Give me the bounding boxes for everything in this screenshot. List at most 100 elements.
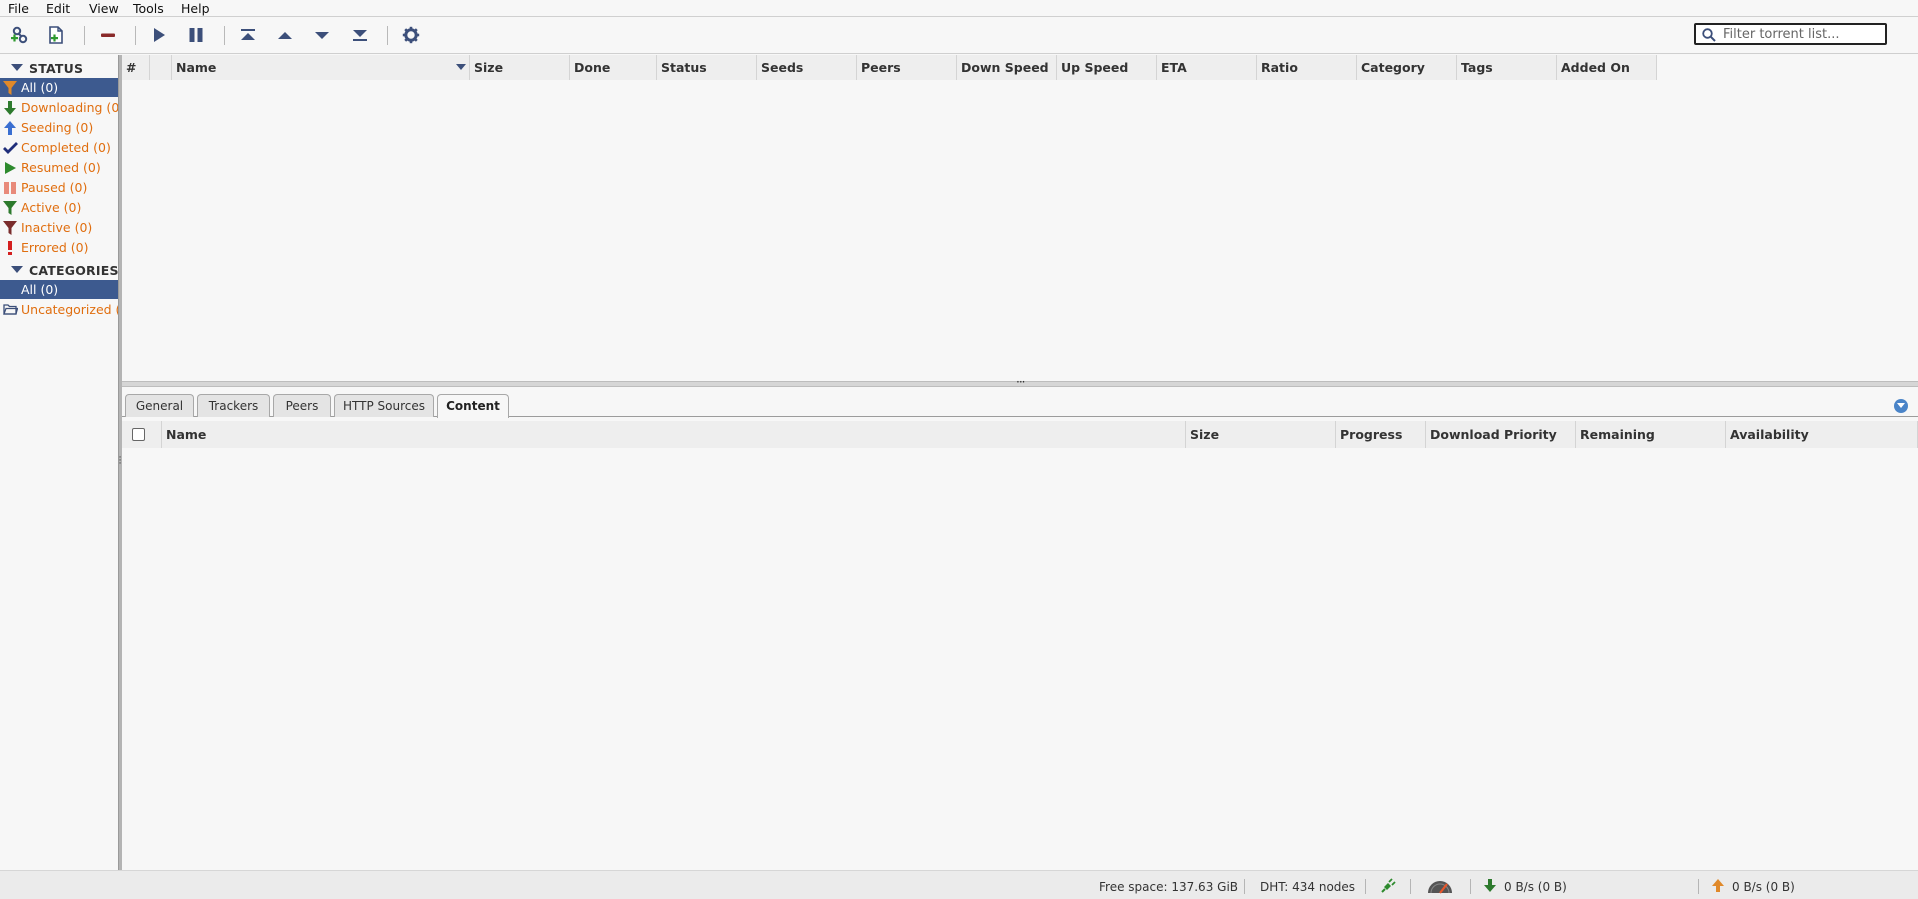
statusbar-separator (1244, 879, 1245, 894)
sidebar: STATUS All (0) Downloading (0) Seeding (… (0, 55, 119, 870)
category-filter-label: All (0) (21, 282, 59, 297)
upload-speed-icon (1712, 879, 1724, 896)
status-header-label: STATUS (29, 61, 84, 76)
column-header-progress[interactable]: Progress (1336, 421, 1426, 448)
column-header-eta[interactable]: ETA (1157, 55, 1257, 80)
column-header-seeds[interactable]: Seeds (757, 55, 857, 80)
column-header-category[interactable]: Category (1357, 55, 1457, 80)
column-header-priority[interactable] (150, 55, 172, 80)
column-header-status[interactable]: Status (657, 55, 757, 80)
options-button[interactable] (399, 24, 423, 46)
status-filter-all[interactable]: All (0) (0, 78, 118, 97)
menubar: File Edit View Tools Help (0, 0, 1918, 17)
move-down-button[interactable] (310, 24, 334, 46)
arrow-up-icon (2, 120, 18, 135)
menu-edit[interactable]: Edit (46, 1, 70, 16)
search-icon (1702, 28, 1716, 42)
tab-http-sources[interactable]: HTTP Sources (334, 394, 434, 417)
categories-filter-header[interactable]: CATEGORIES (0, 261, 119, 279)
play-icon (2, 160, 18, 175)
resume-button[interactable] (147, 24, 171, 46)
menu-help[interactable]: Help (181, 1, 210, 16)
move-bottom-button[interactable] (348, 24, 372, 46)
toolbar-separator (84, 26, 85, 45)
add-torrent-link-button[interactable] (8, 24, 32, 46)
connection-status-icon[interactable] (1380, 878, 1396, 898)
arrow-up-icon (1712, 879, 1724, 892)
upload-speed-label: 0 B/s (0 B) (1732, 880, 1795, 894)
sort-descending-icon (456, 64, 466, 70)
folder-icon (2, 302, 18, 317)
add-torrent-file-button[interactable] (44, 24, 68, 46)
status-filter-paused[interactable]: Paused (0) (0, 178, 118, 197)
tab-content[interactable]: Content (437, 394, 509, 418)
column-header-tags[interactable]: Tags (1457, 55, 1557, 80)
status-filter-resumed[interactable]: Resumed (0) (0, 158, 118, 177)
column-header-index[interactable]: # (122, 55, 150, 80)
status-filter-label: Paused (0) (21, 180, 88, 195)
status-filter-downloading[interactable]: Downloading (0) (0, 98, 119, 117)
add-link-icon (11, 26, 28, 44)
funnel-icon (2, 220, 18, 235)
column-header-availability[interactable]: Availability (1726, 421, 1918, 448)
chevron-down-icon (11, 266, 23, 273)
status-filter-inactive[interactable]: Inactive (0) (0, 218, 118, 237)
tab-trackers[interactable]: Trackers (197, 394, 270, 417)
status-filter-errored[interactable]: Errored (0) (0, 238, 118, 257)
column-header-name[interactable]: Name (172, 55, 470, 80)
category-filter-uncategorized[interactable]: Uncategorized (0) (0, 300, 119, 319)
funnel-icon (2, 80, 18, 95)
plug-icon (1381, 878, 1396, 893)
column-header-up-speed[interactable]: Up Speed (1057, 55, 1157, 80)
move-top-button[interactable] (236, 24, 260, 46)
move-down-icon (315, 32, 329, 39)
menu-view[interactable]: View (89, 1, 119, 16)
column-header-remaining[interactable]: Remaining (1576, 421, 1726, 448)
column-header-file-name[interactable]: Name (162, 421, 1186, 448)
status-filter-label: Downloading (0) (21, 100, 119, 115)
collapse-panel-button[interactable] (1894, 399, 1908, 413)
status-filter-seeding[interactable]: Seeding (0) (0, 118, 118, 137)
exclamation-icon (2, 240, 18, 255)
statusbar-separator (1410, 879, 1411, 894)
column-header-select (122, 421, 162, 448)
category-filter-all[interactable]: All (0) (0, 280, 118, 299)
speed-limit-toggle[interactable] (1426, 878, 1454, 898)
toolbar-separator (224, 26, 225, 45)
status-filter-active[interactable]: Active (0) (0, 198, 118, 217)
arrow-down-icon (1484, 879, 1496, 892)
add-file-icon (49, 26, 63, 44)
pause-icon (189, 28, 203, 42)
move-top-icon (241, 29, 255, 40)
status-filter-completed[interactable]: Completed (0) (0, 138, 118, 157)
category-filter-label: Uncategorized (0) (21, 302, 119, 317)
status-filter-label: Active (0) (21, 200, 82, 215)
status-filter-label: Inactive (0) (21, 220, 93, 235)
content-table-header: Name Size Progress Download Priority Rem… (122, 421, 1918, 448)
column-header-size[interactable]: Size (470, 55, 570, 80)
column-header-download-priority[interactable]: Download Priority (1426, 421, 1576, 448)
move-up-button[interactable] (273, 24, 297, 46)
toolbar-separator (135, 26, 136, 45)
toolbar (0, 17, 1918, 54)
select-all-checkbox[interactable] (132, 428, 145, 441)
delete-button[interactable] (96, 24, 120, 46)
column-header-peers[interactable]: Peers (857, 55, 957, 80)
column-header-added-on[interactable]: Added On (1557, 55, 1657, 80)
column-header-ratio[interactable]: Ratio (1257, 55, 1357, 80)
status-filter-label: All (0) (21, 80, 59, 95)
tab-general[interactable]: General (125, 394, 194, 417)
menu-file[interactable]: File (8, 1, 29, 16)
filter-torrent-search (1694, 23, 1887, 45)
menu-tools[interactable]: Tools (133, 1, 164, 16)
column-header-down-speed[interactable]: Down Speed (957, 55, 1057, 80)
arrow-down-icon (2, 100, 18, 115)
column-header-done[interactable]: Done (570, 55, 657, 80)
properties-tabbar: General Trackers Peers HTTP Sources Cont… (122, 390, 1918, 418)
tab-peers[interactable]: Peers (273, 394, 331, 417)
column-header-file-size[interactable]: Size (1186, 421, 1336, 448)
pause-button[interactable] (184, 24, 208, 46)
filter-torrent-input[interactable] (1723, 26, 1883, 43)
status-filter-header[interactable]: STATUS (0, 59, 119, 77)
checkmark-icon (2, 140, 18, 155)
